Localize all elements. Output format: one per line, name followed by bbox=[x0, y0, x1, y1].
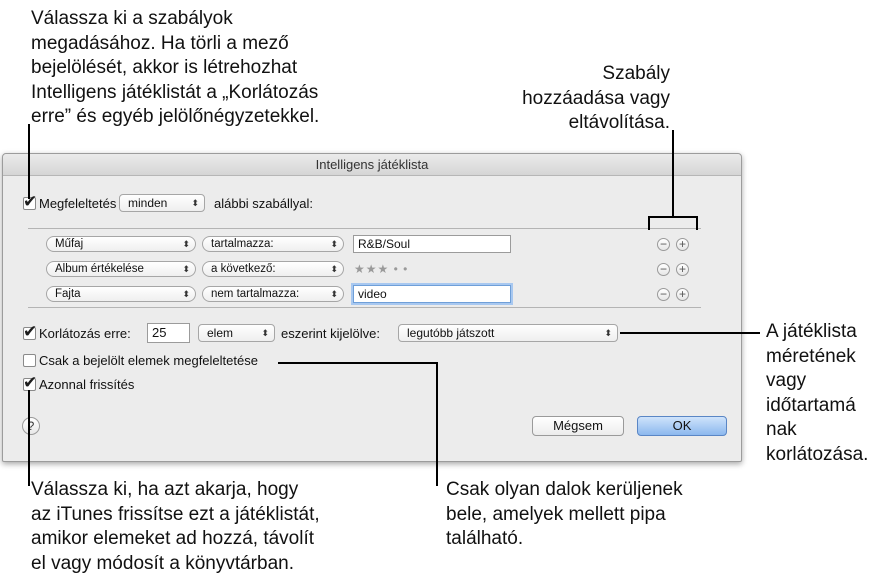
callout-checked-only: Csak olyan dalok kerüljenek bele, amelye… bbox=[446, 479, 683, 549]
rule-operator-value: nem tartalmazza: bbox=[211, 288, 300, 300]
checkmark-icon: ✔ bbox=[23, 373, 38, 392]
remove-rule-button[interactable]: − bbox=[657, 263, 670, 276]
updown-arrows-icon: ⬍ bbox=[182, 264, 190, 274]
rule-operator-value: a következő: bbox=[211, 263, 276, 275]
updown-arrows-icon: ⬍ bbox=[330, 289, 338, 299]
rule-field-value: Album értékelése bbox=[55, 263, 144, 275]
rule-operator-value: tartalmazza: bbox=[211, 238, 274, 250]
add-rule-button[interactable]: + bbox=[676, 238, 689, 251]
rule-value-input[interactable]: video bbox=[353, 285, 511, 303]
sorted-by-value: legutóbb játszott bbox=[407, 326, 495, 340]
updown-arrows-icon: ⬍ bbox=[182, 289, 190, 299]
rule-field-value: Műfaj bbox=[55, 238, 84, 250]
live-update-label: Azonnal frissítés bbox=[39, 377, 135, 392]
limit-unit-popup[interactable]: elem ⬍ bbox=[198, 324, 275, 342]
updown-arrows-icon: ⬍ bbox=[191, 198, 199, 208]
limit-amount-value: 25 bbox=[152, 325, 167, 340]
updown-arrows-icon: ⬍ bbox=[261, 328, 269, 338]
updown-arrows-icon: ⬍ bbox=[182, 239, 190, 249]
sorted-by-label: eszerint kijelölve: bbox=[281, 326, 380, 341]
rule-value-text: R&B/Soul bbox=[358, 237, 411, 251]
limit-label: Korlátozás erre: bbox=[39, 326, 131, 341]
leader-line bbox=[620, 332, 760, 334]
match-label: Megfeleltetés bbox=[39, 196, 117, 211]
remove-rule-button[interactable]: − bbox=[657, 238, 670, 251]
rule-operator-popup[interactable]: tartalmazza: ⬍ bbox=[202, 236, 344, 252]
leader-line bbox=[28, 390, 30, 486]
leader-line bbox=[648, 216, 650, 230]
cancel-button[interactable]: Mégsem bbox=[532, 416, 624, 436]
rule-field-popup[interactable]: Műfaj ⬍ bbox=[46, 236, 196, 252]
match-mode-value: minden bbox=[128, 196, 168, 210]
checkmark-icon: ✔ bbox=[23, 192, 38, 211]
callout-limit: A játéklista méretének vagy időtartamá n… bbox=[766, 321, 869, 465]
rules-list: Műfaj ⬍ tartalmazza: ⬍ R&B/Soul − + Albu… bbox=[28, 228, 701, 308]
leader-line bbox=[696, 216, 698, 230]
add-rule-button[interactable]: + bbox=[676, 263, 689, 276]
updown-arrows-icon: ⬍ bbox=[330, 264, 338, 274]
leader-line bbox=[672, 130, 674, 218]
rating-stars[interactable]: ★★★ • • bbox=[354, 262, 408, 276]
leader-line bbox=[278, 362, 438, 364]
limit-checkbox[interactable]: ✔ bbox=[23, 323, 37, 340]
dialog-title: Intelligens játéklista bbox=[3, 154, 741, 176]
rule-operator-popup[interactable]: a következő: ⬍ bbox=[202, 261, 344, 277]
checkmark-icon: ✔ bbox=[23, 322, 38, 341]
checked-only-checkbox[interactable] bbox=[23, 354, 36, 367]
rule-operator-popup[interactable]: nem tartalmazza: ⬍ bbox=[202, 286, 344, 302]
leader-line bbox=[28, 124, 30, 199]
match-mode-popup[interactable]: minden ⬍ bbox=[119, 194, 205, 212]
checked-only-label: Csak a bejelölt elemek megfeleltetése bbox=[39, 353, 258, 368]
help-button[interactable]: ? bbox=[22, 417, 40, 435]
rule-value-text: video bbox=[358, 287, 387, 301]
limit-amount-input[interactable]: 25 bbox=[147, 323, 190, 343]
updown-arrows-icon: ⬍ bbox=[330, 239, 338, 249]
updown-arrows-icon: ⬍ bbox=[604, 328, 612, 338]
smart-playlist-dialog: Intelligens játéklista ✔ Megfeleltetés m… bbox=[2, 153, 742, 462]
rule-field-value: Fajta bbox=[55, 288, 81, 300]
sorted-by-popup[interactable]: legutóbb játszott ⬍ bbox=[398, 324, 618, 342]
remove-rule-button[interactable]: − bbox=[657, 288, 670, 301]
callout-match-rules: Válassza ki a szabályok megadásához. Ha … bbox=[31, 8, 320, 127]
callout-live-update: Válassza ki, ha azt akarja, hogy az iTun… bbox=[31, 479, 320, 574]
rule-value-input[interactable]: R&B/Soul bbox=[353, 235, 511, 253]
match-suffix: alábbi szabállyal: bbox=[214, 196, 314, 211]
leader-line bbox=[436, 362, 438, 486]
ok-button[interactable]: OK bbox=[637, 416, 727, 436]
rule-field-popup[interactable]: Fajta ⬍ bbox=[46, 286, 196, 302]
rule-field-popup[interactable]: Album értékelése ⬍ bbox=[46, 261, 196, 277]
callout-add-remove-rule: Szabály hozzáadása vagy eltávolítása. bbox=[522, 63, 670, 133]
limit-unit-value: elem bbox=[207, 326, 234, 340]
add-rule-button[interactable]: + bbox=[676, 288, 689, 301]
leader-line bbox=[648, 216, 698, 218]
